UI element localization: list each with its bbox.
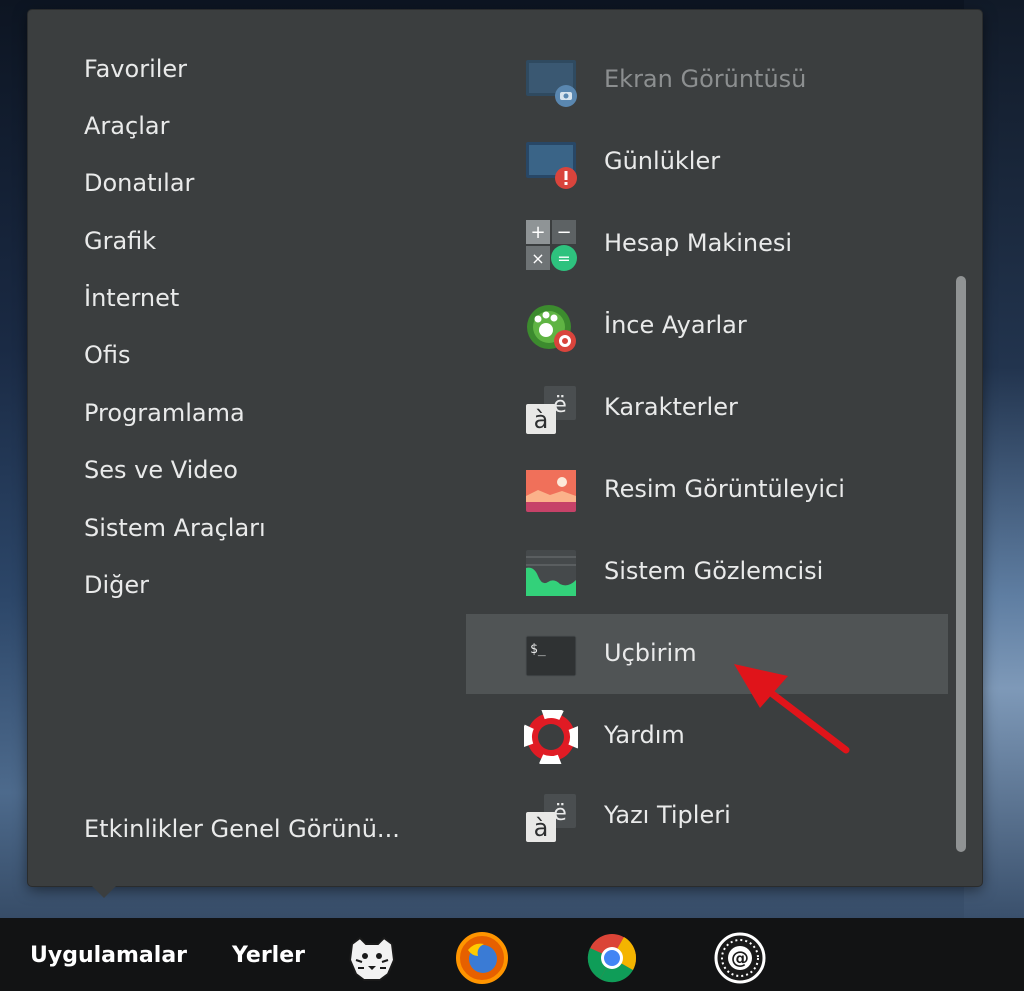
app-label: Yardım (604, 721, 685, 749)
svg-text:=: = (557, 249, 570, 268)
pardus-icon[interactable] (344, 930, 400, 986)
app-label: Uçbirim (604, 639, 697, 667)
app-help[interactable]: Yardım (466, 696, 948, 776)
app-label: Ekran Görüntüsü (604, 65, 807, 93)
fonts-icon: ë à (526, 794, 576, 842)
app-label: Hesap Makinesi (604, 229, 793, 257)
applications-menu-button[interactable]: Uygulamalar (30, 942, 187, 970)
firefox-icon[interactable] (454, 930, 510, 986)
image-viewer-icon (526, 470, 576, 512)
app-image-viewer[interactable]: Resim Görüntüleyici (466, 450, 948, 530)
category-programming[interactable]: Programlama (84, 398, 245, 428)
screenshot-icon (526, 60, 577, 107)
menu-pointer (90, 884, 118, 898)
activities-overview-link[interactable]: Etkinlikler Genel Görünü... (84, 814, 400, 844)
app-calculator[interactable]: + − × = Hesap Makinesi (466, 204, 948, 284)
app-label: İnce Ayarlar (604, 311, 747, 339)
category-office[interactable]: Ofis (84, 340, 131, 370)
app-tweaks[interactable]: İnce Ayarlar (466, 286, 948, 366)
taskbar: Uygulamalar Yerler @ (0, 918, 1024, 991)
app-terminal[interactable]: $_ Uçbirim (466, 614, 948, 694)
system-monitor-icon (526, 550, 576, 596)
calculator-icon: + − × = (526, 220, 577, 271)
app-fonts[interactable]: ë à Yazı Tipleri (466, 776, 948, 856)
app-label: Karakterler (604, 393, 738, 421)
svg-text:×: × (531, 249, 544, 268)
terminal-icon: $_ (525, 635, 577, 677)
places-menu-button[interactable]: Yerler (232, 942, 305, 970)
category-accessories[interactable]: Donatılar (84, 168, 194, 198)
category-tools[interactable]: Araçlar (84, 111, 169, 141)
category-system-tools[interactable]: Sistem Araçları (84, 513, 266, 543)
app-label: Yazı Tipleri (604, 801, 731, 829)
mail-icon[interactable]: @ (712, 930, 768, 986)
logs-icon (526, 142, 577, 189)
svg-text:−: − (556, 222, 571, 243)
svg-text:@: @ (731, 948, 749, 969)
category-graphics[interactable]: Grafik (84, 226, 156, 256)
svg-text:à: à (534, 814, 549, 842)
app-label: Sistem Gözlemcisi (604, 557, 824, 585)
svg-text:$_: $_ (530, 642, 546, 657)
app-label: Resim Görüntüleyici (604, 475, 845, 503)
applications-menu: Favoriler Araçlar Donatılar Grafik İnter… (28, 10, 982, 886)
chrome-icon[interactable] (584, 930, 640, 986)
category-favorites[interactable]: Favoriler (84, 54, 187, 84)
app-logs[interactable]: Günlükler (466, 122, 948, 202)
app-system-monitor[interactable]: Sistem Gözlemcisi (466, 532, 948, 612)
category-other[interactable]: Diğer (84, 570, 149, 600)
category-internet[interactable]: İnternet (84, 283, 179, 313)
characters-icon: ë à (526, 386, 576, 434)
tweaks-icon (527, 305, 576, 352)
svg-text:+: + (530, 222, 545, 243)
svg-text:à: à (534, 406, 549, 434)
apps-scrollbar[interactable] (956, 276, 966, 852)
help-icon (524, 710, 578, 764)
category-sound-video[interactable]: Ses ve Video (84, 455, 238, 485)
app-label: Günlükler (604, 147, 721, 175)
app-characters[interactable]: ë à Karakterler (466, 368, 948, 448)
app-screenshot[interactable]: Ekran Görüntüsü (466, 40, 948, 120)
